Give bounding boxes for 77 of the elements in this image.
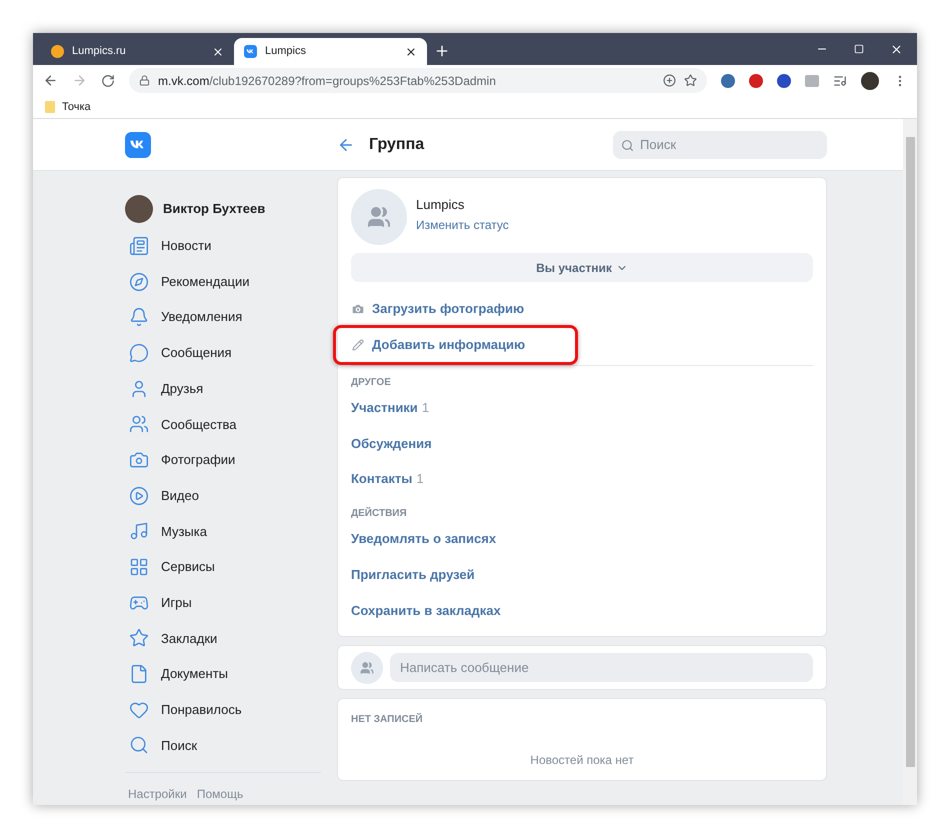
vk-logo-icon bbox=[244, 45, 257, 58]
sidebar-item[interactable]: Сообщества bbox=[125, 406, 321, 442]
section-link[interactable]: Обсуждения bbox=[351, 426, 813, 462]
sidebar-item[interactable]: Сообщения bbox=[125, 335, 321, 371]
sidebar-item[interactable]: Закладки bbox=[125, 620, 321, 656]
favicon-icon bbox=[51, 45, 64, 58]
section-heading: ДЕЙСТВИЯ bbox=[351, 506, 408, 522]
heart-icon bbox=[129, 700, 149, 720]
people-icon bbox=[360, 660, 374, 675]
compass-icon bbox=[129, 272, 149, 292]
profile-name[interactable]: Виктор Бухтеев bbox=[163, 199, 266, 219]
group-name: Lumpics bbox=[416, 196, 466, 214]
browser-tab[interactable]: Lumpics bbox=[234, 38, 427, 65]
add-icon[interactable] bbox=[663, 74, 676, 87]
url-text: m.vk.com/club192670289?from=groups%253Ftab%253Dadmin bbox=[158, 72, 497, 90]
section-heading: ДРУГОЕ bbox=[351, 376, 392, 390]
camera-icon bbox=[129, 450, 149, 470]
profile-avatar-icon[interactable] bbox=[861, 72, 879, 90]
sidebar-item[interactable]: Видео bbox=[125, 478, 321, 514]
page-title: Группа bbox=[369, 134, 426, 154]
browser-tab[interactable]: Lumpics.ru bbox=[41, 38, 234, 65]
empty-message: Новостей пока нет bbox=[530, 752, 634, 770]
search-field[interactable]: Поиск bbox=[613, 130, 827, 158]
tab-title: Lumpics bbox=[265, 44, 307, 60]
section-link[interactable]: Участники 1 bbox=[351, 390, 813, 426]
sidebar-item[interactable]: Сервисы bbox=[125, 549, 321, 585]
bookmark[interactable]: Точка bbox=[45, 98, 91, 116]
tab-title: Lumpics.ru bbox=[72, 44, 127, 60]
new-tab-icon[interactable] bbox=[434, 43, 450, 59]
people-icon bbox=[367, 205, 391, 229]
close-icon[interactable] bbox=[890, 42, 903, 56]
grid-icon bbox=[129, 557, 149, 578]
avatar[interactable] bbox=[125, 195, 153, 223]
bookmark-star-icon[interactable] bbox=[684, 74, 697, 87]
section-link[interactable]: Контакты 1 bbox=[351, 461, 813, 498]
section-link[interactable]: Пригласить друзей bbox=[351, 556, 813, 592]
sidebar-item[interactable]: Друзья bbox=[125, 370, 321, 406]
back-icon[interactable] bbox=[43, 73, 58, 88]
sidebar-item[interactable]: Понравилось bbox=[125, 692, 321, 728]
section-link[interactable]: Уведомлять о записях bbox=[351, 521, 813, 557]
status-link[interactable]: Изменить статус bbox=[416, 216, 509, 234]
action-link[interactable]: Загрузить фотографию bbox=[348, 294, 528, 324]
action-link[interactable]: Добавить информацию bbox=[333, 325, 578, 365]
wall-heading: НЕТ ЗАПИСЕЙ bbox=[351, 712, 424, 728]
sidebar-item[interactable]: Фотографии bbox=[125, 442, 321, 478]
sidebar-item[interactable]: Документы bbox=[125, 656, 321, 692]
media-icon[interactable] bbox=[833, 74, 847, 88]
news-icon bbox=[129, 236, 149, 256]
search-icon bbox=[129, 735, 149, 756]
section-link[interactable]: Сохранить в закладках bbox=[351, 592, 813, 628]
sidebar-item[interactable]: Поиск bbox=[125, 728, 321, 764]
music-note-icon bbox=[129, 521, 149, 542]
close-icon[interactable] bbox=[405, 46, 417, 58]
play-icon bbox=[129, 486, 149, 506]
sidebar-item[interactable]: Игры bbox=[125, 584, 321, 621]
search-icon bbox=[621, 138, 634, 152]
message-field[interactable]: Написать сообщение bbox=[390, 653, 813, 682]
reload-icon[interactable] bbox=[101, 74, 115, 88]
people-icon bbox=[129, 414, 149, 434]
lock-icon bbox=[139, 75, 150, 86]
close-icon[interactable] bbox=[212, 46, 224, 58]
chat-bubble-icon bbox=[129, 342, 149, 363]
sidebar-item[interactable]: Музыка bbox=[125, 514, 321, 550]
bell-icon bbox=[129, 307, 149, 328]
vk-logo-icon bbox=[125, 132, 151, 158]
sidebar-item[interactable]: Уведомления bbox=[125, 299, 321, 336]
address-bar[interactable]: m.vk.com/club192670289?from=groups%253Ftab%253Dadmin bbox=[129, 68, 707, 93]
pencil-icon bbox=[352, 339, 364, 351]
camera-icon bbox=[351, 302, 365, 316]
scrollbar[interactable] bbox=[903, 119, 917, 805]
maximize-icon[interactable] bbox=[854, 44, 864, 54]
sidebar-item[interactable]: Новости bbox=[125, 228, 321, 264]
folder-icon bbox=[45, 101, 55, 113]
star-icon bbox=[129, 628, 149, 648]
sidebar-item[interactable]: Рекомендации bbox=[125, 264, 321, 300]
member-button[interactable]: Вы участник bbox=[351, 253, 813, 282]
document-icon bbox=[129, 664, 149, 684]
